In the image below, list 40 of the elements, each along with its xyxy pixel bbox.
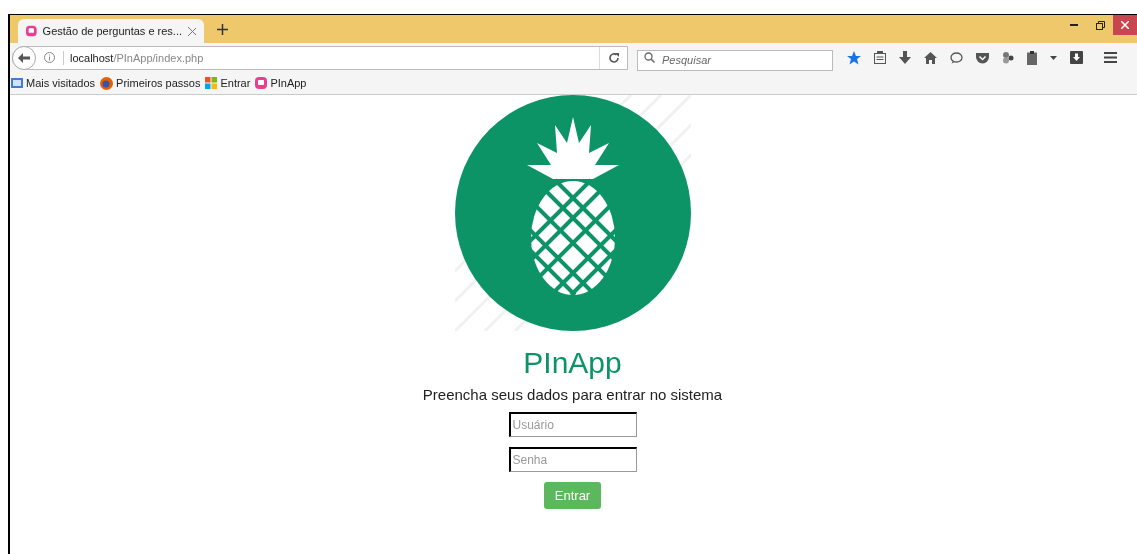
tiles-icon	[205, 77, 218, 89]
close-icon	[1121, 21, 1129, 29]
input-field[interactable]: Usuário	[508, 412, 637, 437]
bookmark-link[interactable]: PInApp	[255, 74, 307, 92]
bookmark-link[interactable]: Mais visitados	[11, 74, 96, 92]
bubbles-icon[interactable]	[1002, 51, 1014, 64]
back-arrow-icon	[18, 52, 30, 63]
info-icon	[44, 52, 55, 63]
back-button[interactable]	[12, 45, 36, 70]
app-title: PInApp	[523, 345, 622, 381]
chat-bubble-icon[interactable]	[950, 51, 963, 64]
minimize-icon	[1070, 24, 1078, 26]
clipboard-icon[interactable]	[1027, 50, 1037, 65]
close-button[interactable]	[1113, 15, 1137, 35]
star-icon[interactable]	[847, 50, 861, 65]
menu-icon[interactable]	[1104, 52, 1117, 63]
plus-icon	[216, 23, 228, 35]
dropdown-caret-icon[interactable]	[1050, 55, 1057, 60]
download-box-icon[interactable]	[1070, 51, 1083, 64]
browser-tab[interactable]: Gestão de perguntas e res...	[18, 19, 204, 43]
bookmark-link[interactable]: Primeiros passos	[100, 74, 201, 92]
login-prompt: Preencha seus dados para entrar no sistema	[422, 385, 723, 405]
tab-title: Gestão de perguntas e res...	[42, 23, 183, 39]
reload-icon	[607, 51, 620, 64]
search-icon	[644, 52, 655, 63]
app-favicon-icon	[26, 25, 37, 37]
folder-icon	[11, 77, 23, 89]
input-field[interactable]: Senha	[508, 447, 637, 472]
globe-icon	[100, 76, 114, 90]
restore-icon	[1095, 20, 1105, 30]
app-favicon-icon	[255, 77, 268, 89]
address-bar[interactable]: localhost/PInApp/index.php	[12, 45, 628, 70]
home-icon[interactable]	[924, 51, 937, 64]
download-icon[interactable]	[899, 51, 911, 64]
search-field[interactable]: Pesquisar	[637, 49, 833, 71]
pocket-icon[interactable]	[976, 51, 989, 64]
bookmark-link[interactable]: Entrar	[205, 74, 251, 92]
url-text: localhost/PInApp/index.php	[63, 50, 204, 65]
close-icon[interactable]	[188, 26, 196, 36]
clipboard-list-icon[interactable]	[874, 51, 886, 64]
